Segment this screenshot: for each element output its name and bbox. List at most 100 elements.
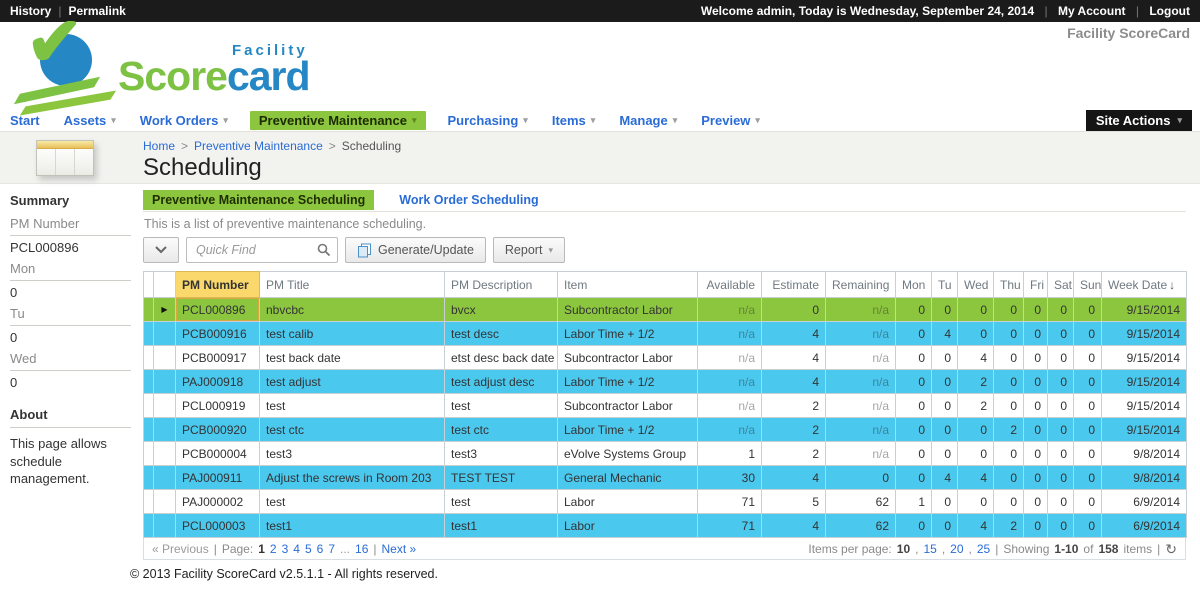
column-header-sun[interactable]: Sun (1074, 272, 1102, 298)
row-indicator-cell (144, 370, 154, 394)
cell-item: Subcontractor Labor (558, 346, 698, 370)
cell-item: Subcontractor Labor (558, 394, 698, 418)
table-row[interactable]: PCB000920test ctctest ctcLabor Time + 1/… (144, 418, 1187, 442)
table-row[interactable]: PAJ000918test adjusttest adjust descLabo… (144, 370, 1187, 394)
column-header-mon[interactable]: Mon (896, 272, 932, 298)
logo[interactable]: ✔ Scorecard Facility (14, 24, 344, 110)
page-number-link[interactable]: 6 (317, 542, 324, 556)
next-page-link[interactable]: Next » (382, 542, 417, 556)
cell-pm_number: PCB000916 (176, 322, 260, 346)
tab-preventive-maintenance-scheduling[interactable]: Preventive Maintenance Scheduling (143, 190, 374, 210)
column-header-estimate[interactable]: Estimate (762, 272, 826, 298)
sidebar-field-label: Wed (10, 348, 131, 371)
crumb-area: Home>Preventive Maintenance>Scheduling S… (143, 139, 401, 182)
search-icon[interactable] (317, 243, 331, 257)
per-page-current: 10 (897, 542, 910, 556)
column-header-pm_number[interactable]: PM Number (176, 272, 260, 298)
page-number-link[interactable]: 2 (270, 542, 277, 556)
column-header-sat[interactable]: Sat (1048, 272, 1074, 298)
cell-fri: 0 (1024, 394, 1048, 418)
table-row[interactable]: ▶PCL000896nbvcbcbvcxSubcontractor Laborn… (144, 298, 1187, 322)
nav-item-assets[interactable]: Assets▾ (62, 111, 118, 130)
column-header-pm_description[interactable]: PM Description (445, 272, 558, 298)
row-indicator-cell (144, 322, 154, 346)
column-header-remaining[interactable]: Remaining (826, 272, 896, 298)
column-header-label: Mon (902, 278, 925, 292)
page-number-link[interactable]: 5 (305, 542, 312, 556)
row-arrow-cell (154, 466, 176, 490)
page-number-link[interactable]: 7 (328, 542, 335, 556)
items-per-page-label: Items per page: (808, 542, 891, 556)
per-page-link[interactable]: 25 (977, 542, 990, 556)
column-header-fri[interactable]: Fri (1024, 272, 1048, 298)
column-header-pm_title[interactable]: PM Title (260, 272, 445, 298)
cell-pm_number: PAJ000911 (176, 466, 260, 490)
row-indicator-cell (144, 346, 154, 370)
filter-dropdown-button[interactable] (143, 237, 179, 263)
nav-item-purchasing[interactable]: Purchasing▾ (446, 111, 530, 130)
title-band: Home>Preventive Maintenance>Scheduling S… (0, 132, 1200, 184)
column-header-item[interactable]: Item (558, 272, 698, 298)
column-header-thu[interactable]: Thu (994, 272, 1024, 298)
nav-item-preview[interactable]: Preview▾ (699, 111, 762, 130)
table-row[interactable]: PCL000003test1test1Labor7146200420006/9/… (144, 514, 1187, 538)
table-row[interactable]: PCB000004test3test3eVolve Systems Group1… (144, 442, 1187, 466)
sidebar-field-label: Mon (10, 258, 131, 281)
divider: , (969, 542, 972, 556)
per-page-link[interactable]: 20 (950, 542, 963, 556)
page-number-link[interactable]: 3 (282, 542, 289, 556)
cell-pm_description: bvcx (445, 298, 558, 322)
column-header-label: PM Description (451, 278, 532, 292)
cell-remaining: n/a (826, 346, 896, 370)
pagination-bar: « Previous|Page:1234567...16|Next » Item… (143, 538, 1186, 560)
column-header-week_date[interactable]: Week Date↓ (1102, 272, 1187, 298)
column-header-available[interactable]: Available (698, 272, 762, 298)
logout-link[interactable]: Logout (1149, 4, 1190, 18)
nav-item-manage[interactable]: Manage▾ (617, 111, 679, 130)
chevron-down-icon: ▾ (111, 115, 116, 126)
cell-estimate: 4 (762, 370, 826, 394)
sidebar-field-value: 0 (10, 371, 131, 393)
nav-item-items[interactable]: Items▾ (550, 111, 598, 130)
nav-items: StartAssets▾Work Orders▾Preventive Maint… (8, 111, 762, 130)
column-header-label: PM Number (182, 278, 249, 292)
previous-page-link[interactable]: « Previous (152, 542, 209, 556)
cell-available: n/a (698, 418, 762, 442)
page-number-link[interactable]: 16 (355, 542, 368, 556)
nav-item-preventive-maintenance[interactable]: Preventive Maintenance▾ (250, 111, 426, 130)
cell-estimate: 4 (762, 514, 826, 538)
column-header-label: Tu (938, 278, 952, 292)
quick-find-input[interactable] (186, 237, 338, 263)
table-row[interactable]: PCB000917test back dateetst desc back da… (144, 346, 1187, 370)
cell-available: 71 (698, 490, 762, 514)
per-page-link[interactable]: 15 (923, 542, 936, 556)
table-row[interactable]: PAJ000911Adjust the screws in Room 203TE… (144, 466, 1187, 490)
table-row[interactable]: PCB000916test calibtest descLabor Time +… (144, 322, 1187, 346)
cell-fri: 0 (1024, 514, 1048, 538)
cell-sat: 0 (1048, 466, 1074, 490)
sort-desc-icon: ↓ (1169, 278, 1175, 292)
quick-find (186, 237, 338, 263)
refresh-icon[interactable]: ↻ (1165, 542, 1177, 556)
breadcrumb-link[interactable]: Home (143, 139, 175, 153)
table-row[interactable]: PCL000919testtestSubcontractor Laborn/a2… (144, 394, 1187, 418)
cell-remaining: 0 (826, 466, 896, 490)
generate-update-button[interactable]: Generate/Update (345, 237, 486, 263)
breadcrumb-link[interactable]: Preventive Maintenance (194, 139, 323, 153)
cell-week_date: 6/9/2014 (1102, 490, 1187, 514)
cell-pm_number: PCB000917 (176, 346, 260, 370)
sidebar-field-value: 0 (10, 281, 131, 303)
column-header-wed[interactable]: Wed (958, 272, 994, 298)
cell-thu: 0 (994, 370, 1024, 394)
nav-item-work-orders[interactable]: Work Orders▾ (138, 111, 230, 130)
row-arrow-cell (154, 346, 176, 370)
site-actions-button[interactable]: Site Actions ▾ (1086, 110, 1192, 131)
cell-sat: 0 (1048, 298, 1074, 322)
page-number-link[interactable]: 4 (293, 542, 300, 556)
report-button[interactable]: Report ▾ (493, 237, 565, 263)
tab-work-order-scheduling[interactable]: Work Order Scheduling (390, 190, 547, 210)
cell-tu: 0 (932, 298, 958, 322)
my-account-link[interactable]: My Account (1058, 4, 1126, 18)
column-header-tu[interactable]: Tu (932, 272, 958, 298)
table-row[interactable]: PAJ000002testtestLabor7156210000006/9/20… (144, 490, 1187, 514)
